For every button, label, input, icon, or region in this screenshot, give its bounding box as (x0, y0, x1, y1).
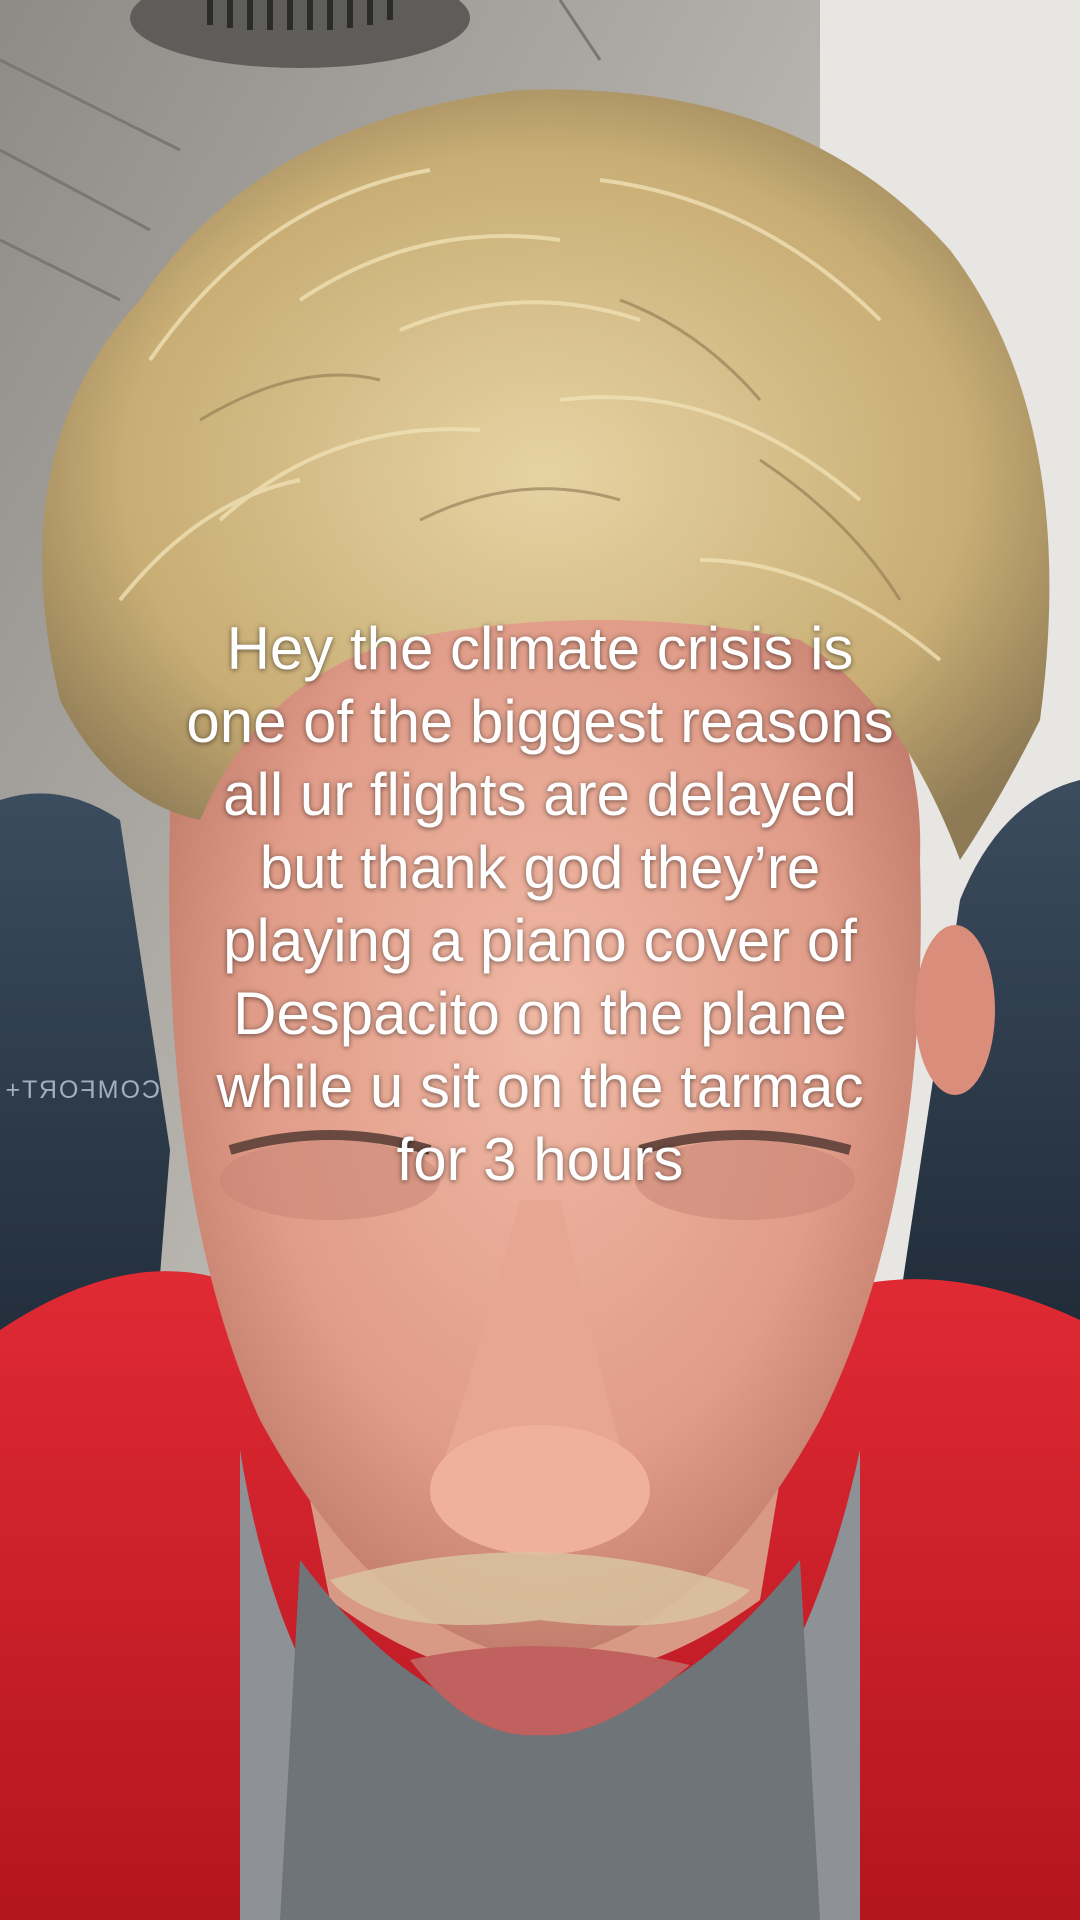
caption-line: while u sit on the tarmac (216, 1053, 864, 1120)
video-caption: Hey the climate crisis is one of the big… (40, 612, 1040, 1196)
caption-line: playing a piano cover of (223, 907, 857, 974)
caption-line: all ur flights are delayed (223, 761, 857, 828)
caption-line: for 3 hours (396, 1126, 684, 1193)
caption-line: Despacito on the plane (233, 980, 847, 1047)
caption-line: but thank god they’re (259, 834, 821, 901)
video-frame[interactable]: COMFORT+ Hey the climate crisis is one o… (0, 0, 1080, 1920)
caption-line: one of the biggest reasons (186, 688, 894, 755)
caption-line: Hey the climate crisis is (226, 615, 854, 682)
